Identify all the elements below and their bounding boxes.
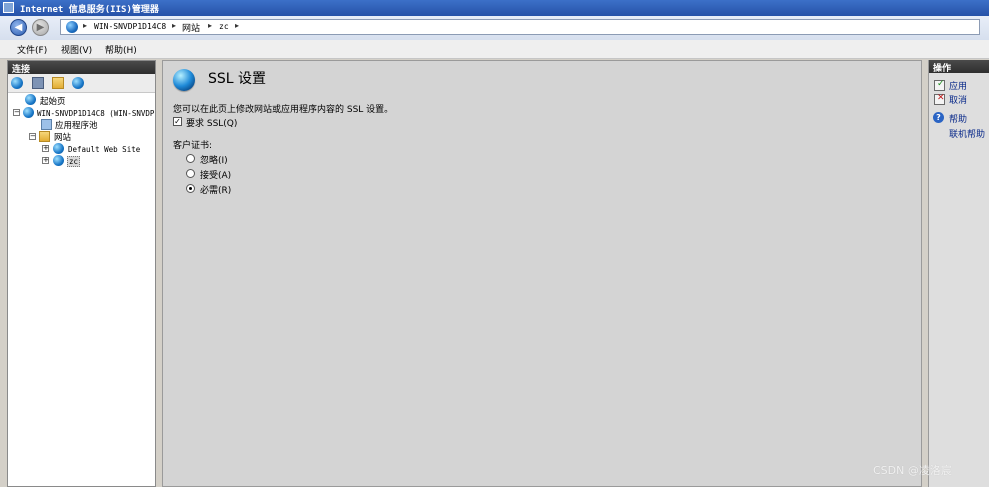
back-button[interactable]: ◀ — [10, 19, 27, 36]
connections-header: 连接 — [8, 61, 155, 75]
cancel-icon: ✕ — [934, 93, 945, 105]
breadcrumb-sites[interactable]: 网站 — [182, 21, 200, 34]
start-page-icon — [25, 94, 36, 105]
chevron-right-icon: ▸ — [83, 21, 88, 30]
ignore-label: 忽略(I) — [200, 156, 228, 166]
menu-file[interactable]: 文件(F) — [17, 43, 47, 56]
breadcrumb-server[interactable]: WIN-SNVDP1D14C8 — [94, 22, 166, 31]
require-ssl-label: 要求 SSL(Q) — [186, 119, 238, 129]
tree-default-web-site[interactable]: Default Web Site — [68, 145, 140, 154]
menu-help[interactable]: 帮助(H) — [105, 43, 137, 56]
apply-icon: ✓ — [934, 79, 945, 91]
app-pool-icon — [41, 119, 52, 130]
help-link[interactable]: 帮助 — [949, 112, 967, 125]
ssl-settings-panel: SSL 设置 您可以在此页上修改网站或应用程序内容的 SSL 设置。 ✓ 要求 … — [162, 60, 922, 487]
server-icon — [23, 107, 34, 118]
chevron-right-icon: ▸ — [235, 21, 240, 30]
help-icon: ? — [933, 112, 944, 123]
require-radio[interactable] — [186, 184, 195, 193]
page-description: 您可以在此页上修改网站或应用程序内容的 SSL 设置。 — [173, 105, 394, 115]
apply-link[interactable]: 应用 — [949, 79, 967, 92]
default-site-icon — [53, 143, 64, 154]
accept-radio[interactable] — [186, 169, 195, 178]
tree-start-page[interactable]: 起始页 — [40, 95, 66, 107]
actions-panel: 操作 ✓ 应用 ✕ 取消 ? 帮助 联机帮助 — [928, 60, 989, 487]
globe-icon — [66, 21, 78, 33]
chevron-right-icon: ▸ — [172, 21, 177, 30]
tree-server[interactable]: WIN-SNVDP1D14C8 (WIN-SNVDP — [37, 109, 154, 118]
expand-default-site-icon[interactable]: + — [42, 145, 49, 152]
menu-view[interactable]: 视图(V) — [61, 43, 92, 56]
page-title: SSL 设置 — [208, 71, 267, 87]
actions-header: 操作 — [929, 60, 989, 74]
connections-toolbar — [8, 74, 155, 93]
tree-sites[interactable]: 网站 — [54, 131, 71, 143]
chevron-right-icon: ▸ — [208, 21, 213, 30]
breadcrumb[interactable]: ▸ WIN-SNVDP1D14C8 ▸ 网站 ▸ zc ▸ — [60, 19, 980, 35]
require-ssl-checkbox[interactable]: ✓ — [173, 117, 182, 126]
accept-label: 接受(A) — [200, 171, 232, 181]
sites-folder-icon — [39, 131, 50, 142]
save-icon[interactable] — [32, 77, 44, 89]
ignore-radio[interactable] — [186, 154, 195, 163]
disconnect-icon[interactable] — [72, 77, 84, 89]
address-bar: ◀ ▶ ▸ WIN-SNVDP1D14C8 ▸ 网站 ▸ zc ▸ — [0, 16, 989, 41]
tree-app-pools[interactable]: 应用程序池 — [55, 119, 98, 131]
menu-bar: 文件(F) 视图(V) 帮助(H) — [0, 40, 989, 59]
require-label: 必需(R) — [200, 186, 232, 196]
forward-button[interactable]: ▶ — [32, 19, 49, 36]
connect-icon[interactable] — [11, 77, 23, 89]
collapse-server-icon[interactable]: − — [13, 109, 20, 116]
connections-panel: 连接 起始页 − WIN-SNVDP1D14C8 (WIN-SNVDP 应用程序… — [7, 60, 156, 487]
up-folder-icon[interactable] — [52, 77, 64, 89]
back-arrow-icon: ◀ — [14, 22, 23, 33]
iis-app-icon — [3, 2, 14, 13]
online-help-link[interactable]: 联机帮助 — [949, 127, 985, 140]
cancel-link[interactable]: 取消 — [949, 93, 967, 106]
title-bar: Internet 信息服务(IIS)管理器 — [0, 0, 989, 16]
forward-arrow-icon: ▶ — [36, 22, 45, 33]
tree-zc[interactable]: zc — [67, 156, 81, 167]
zc-site-icon — [53, 155, 64, 166]
client-cert-label: 客户证书: — [173, 141, 213, 151]
globe-icon — [173, 69, 195, 91]
breadcrumb-zc[interactable]: zc — [219, 22, 229, 31]
window-title: Internet 信息服务(IIS)管理器 — [20, 5, 159, 15]
expand-zc-icon[interactable]: + — [42, 157, 49, 164]
collapse-sites-icon[interactable]: − — [29, 133, 36, 140]
watermark: CSDN @凌洛宸 — [873, 464, 952, 477]
